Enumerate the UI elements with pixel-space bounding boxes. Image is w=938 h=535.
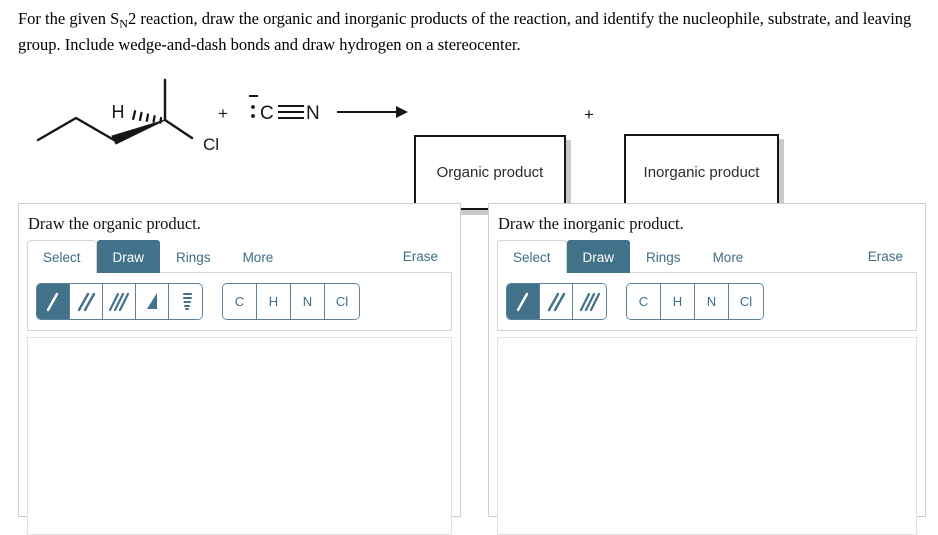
tab-draw[interactable]: Draw: [96, 240, 161, 273]
question-line1-part-b: 2 reaction, draw the organic and inorgan…: [127, 9, 831, 28]
tab-select[interactable]: Select: [497, 240, 567, 273]
inorganic-drawing-canvas[interactable]: [497, 337, 917, 535]
organic-tab-row: Select Draw Rings More Erase: [27, 240, 452, 273]
reaction-plus-2: +: [584, 105, 594, 124]
inorganic-product-label: Inorganic product: [643, 163, 760, 181]
organic-toolbar: C H N Cl: [27, 273, 452, 331]
erase-button[interactable]: Erase: [854, 240, 917, 273]
cyanide-ion: C N: [249, 95, 320, 124]
tab-more[interactable]: More: [227, 240, 290, 273]
element-button-cl[interactable]: Cl: [325, 284, 359, 319]
organic-draw-panel: Draw the organic product. Select Draw Ri…: [18, 203, 461, 535]
reaction-plus-1: +: [218, 104, 228, 123]
tab-spacer: [759, 240, 854, 273]
element-button-group: C H N Cl: [222, 283, 360, 320]
question-prompt: For the given SN2 reaction, draw the org…: [18, 6, 918, 57]
element-button-h[interactable]: H: [661, 284, 695, 319]
single-bond-icon[interactable]: [507, 284, 540, 319]
triple-bond-icon[interactable]: [103, 284, 136, 319]
cyanide-c-label: C: [260, 103, 274, 124]
hash-bond-icon[interactable]: [169, 284, 202, 319]
single-bond-icon[interactable]: [37, 284, 70, 319]
element-button-n[interactable]: N: [695, 284, 729, 319]
triple-bond-icon[interactable]: [573, 284, 606, 319]
element-button-cl[interactable]: Cl: [729, 284, 763, 319]
erase-button[interactable]: Erase: [389, 240, 452, 273]
cyanide-n-label: N: [306, 103, 320, 124]
organic-product-box: Organic product: [414, 135, 566, 210]
question-line1-part-a: For the given S: [18, 9, 120, 28]
reaction-arrow: [337, 106, 408, 118]
double-bond-icon[interactable]: [70, 284, 103, 319]
tab-more[interactable]: More: [697, 240, 760, 273]
tab-rings[interactable]: Rings: [630, 240, 697, 273]
question-subscript-n: N: [119, 16, 128, 31]
tab-select[interactable]: Select: [27, 240, 97, 273]
organic-product-label: Organic product: [436, 164, 544, 181]
wedge-bond-icon[interactable]: [136, 284, 169, 319]
element-button-n[interactable]: N: [291, 284, 325, 319]
bond-tool-group: [36, 283, 203, 320]
substrate-structure: H Cl C N: [36, 78, 408, 154]
substrate-h-label: H: [112, 102, 125, 122]
inorganic-toolbar: C H N Cl: [497, 273, 917, 331]
reaction-equation: H Cl C N + Organic product + Inorganic p…: [0, 62, 938, 210]
tab-rings[interactable]: Rings: [160, 240, 227, 273]
inorganic-tab-row: Select Draw Rings More Erase: [497, 240, 917, 273]
bond-tool-group: [506, 283, 607, 320]
element-button-group: C H N Cl: [626, 283, 764, 320]
element-button-c[interactable]: C: [223, 284, 257, 319]
inorganic-product-box: Inorganic product: [624, 134, 779, 210]
inorganic-draw-panel: Draw the inorganic product. Select Draw …: [488, 203, 926, 535]
inorganic-panel-title: Draw the inorganic product.: [498, 214, 684, 233]
element-button-h[interactable]: H: [257, 284, 291, 319]
substrate-cl-label: Cl: [203, 135, 219, 154]
tab-spacer: [289, 240, 389, 273]
tab-draw[interactable]: Draw: [566, 240, 631, 273]
element-button-c[interactable]: C: [627, 284, 661, 319]
organic-panel-title: Draw the organic product.: [28, 214, 201, 233]
double-bond-icon[interactable]: [540, 284, 573, 319]
organic-drawing-canvas[interactable]: [27, 337, 452, 535]
